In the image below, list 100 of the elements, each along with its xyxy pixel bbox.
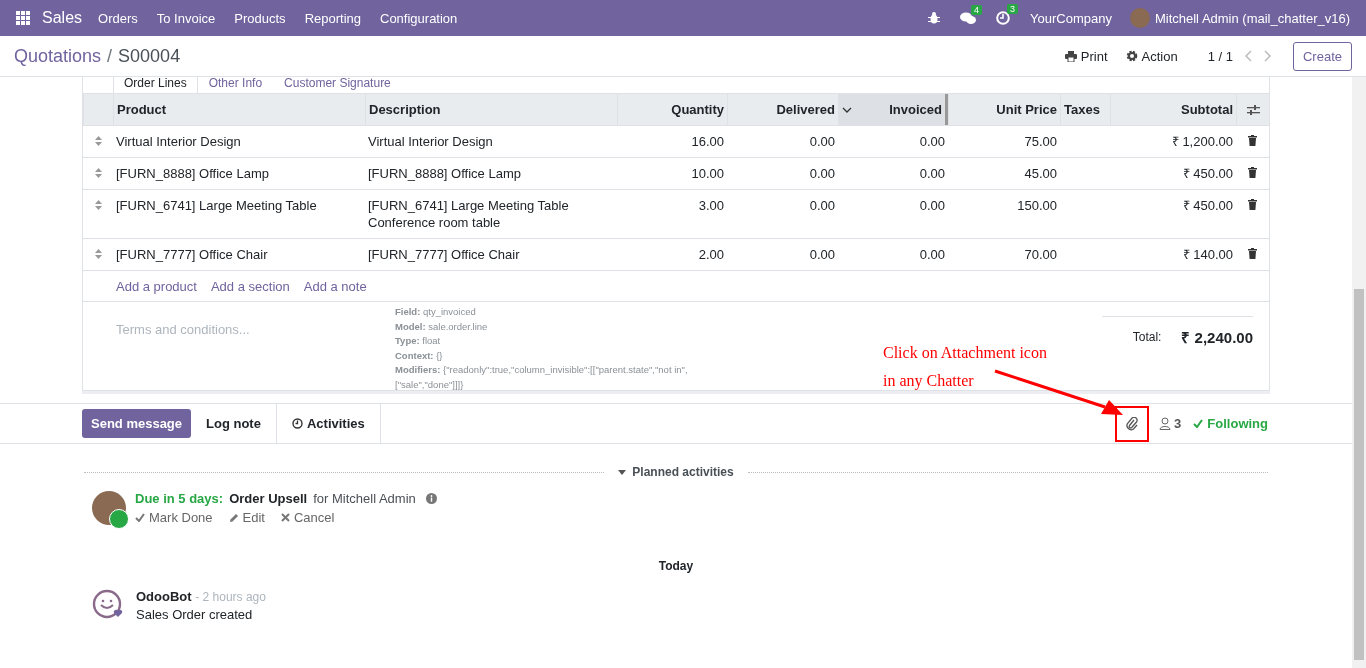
table-cell[interactable]: [FURN_8888] Office Lamp — [116, 166, 269, 181]
table-cell[interactable]: Virtual Interior Design — [368, 133, 493, 150]
breadcrumb-separator: / — [107, 45, 113, 67]
activity-action[interactable]: Edit — [228, 510, 265, 525]
message-body: Sales Order created — [136, 607, 254, 622]
table-cell[interactable]: [FURN_8888] Office Lamp — [368, 165, 521, 182]
activity-count-badge: 3 — [1007, 4, 1019, 14]
table-cell[interactable]: [FURN_6741] Large Meeting Table Conference room table — [368, 197, 569, 231]
add-line-link[interactable]: Add a product — [116, 278, 197, 294]
table-cell[interactable]: [FURN_6741] Large Meeting Table — [116, 198, 317, 213]
menu-item[interactable]: Products — [234, 10, 286, 26]
column-header[interactable]: Product — [113, 94, 365, 125]
follower-count[interactable]: 3 — [1174, 416, 1182, 431]
table-cell[interactable]: 16.00 — [691, 134, 724, 149]
trash-icon[interactable] — [1248, 248, 1257, 259]
table-cell[interactable]: [FURN_7777] Office Chair — [116, 247, 268, 262]
check-icon — [135, 513, 145, 522]
activity-action[interactable]: Mark Done — [135, 510, 213, 525]
add-line-link[interactable]: Add a note — [303, 278, 367, 294]
table-cell[interactable]: 10.00 — [691, 166, 724, 181]
clock-icon — [291, 418, 303, 429]
column-header[interactable]: Invoiced — [838, 94, 948, 125]
tooltip-line: Type: float — [395, 334, 441, 348]
table-cell: 0.00 — [919, 198, 945, 213]
column-settings-icon[interactable] — [1246, 103, 1260, 116]
breadcrumb-link[interactable]: Quotations — [14, 45, 102, 67]
table-cell[interactable]: 75.00 — [1024, 134, 1057, 149]
column-header[interactable]: Taxes — [1060, 94, 1110, 125]
scrollbar-thumb[interactable] — [1354, 289, 1364, 660]
table-cell: 0.00 — [809, 247, 835, 262]
print-button[interactable]: Print — [1064, 48, 1108, 64]
person-icon[interactable] — [1159, 417, 1172, 430]
trash-icon[interactable] — [1248, 135, 1257, 146]
action-button[interactable]: Action — [1125, 48, 1178, 64]
add-line-link[interactable]: Add a section — [210, 278, 290, 294]
menu-item[interactable]: To Invoice — [156, 10, 216, 26]
annotation-text: in any Chatter — [883, 371, 975, 392]
tooltip-line: Model: sale.order.line — [395, 319, 488, 334]
table-cell[interactable]: 3.00 — [698, 198, 724, 213]
activity-summary: Order Upsell — [229, 491, 308, 506]
chatter-button[interactable]: Log note — [191, 404, 277, 443]
caret-icon — [618, 469, 627, 475]
bot-avatar-icon — [92, 589, 124, 619]
total-value: ₹ 2,240.00 — [1181, 328, 1253, 347]
total-label: Total: — [1132, 330, 1162, 344]
pager-value: 1 / 1 — [1207, 48, 1233, 64]
bug-icon[interactable] — [928, 12, 940, 24]
table-cell: ₹ 1,200.00 — [1171, 134, 1233, 149]
printer-icon — [1064, 50, 1077, 62]
activity-assignee: for Mitchell Admin — [313, 491, 416, 506]
column-header[interactable]: Quantity — [617, 94, 727, 125]
drag-handle-icon[interactable] — [94, 249, 102, 259]
menu-item[interactable]: Configuration — [380, 10, 458, 26]
table-cell[interactable]: [FURN_7777] Office Chair — [368, 246, 520, 263]
table-cell: 0.00 — [809, 134, 835, 149]
caret-icon[interactable] — [842, 106, 852, 113]
close-icon — [281, 513, 290, 522]
chat-icon[interactable] — [960, 11, 976, 25]
message-author[interactable]: OdooBot — [136, 589, 192, 604]
chatter-button[interactable]: Activities — [276, 404, 381, 443]
column-header[interactable]: Description — [365, 94, 617, 125]
table-cell[interactable]: 150.00 — [1017, 198, 1057, 213]
table-cell: 0.00 — [919, 166, 945, 181]
table-cell[interactable]: 2.00 — [698, 247, 724, 262]
message-count-badge: 4 — [971, 4, 983, 15]
trash-icon[interactable] — [1248, 167, 1257, 178]
chatter-button[interactable]: Send message — [82, 409, 192, 438]
table-cell: ₹ 450.00 — [1182, 166, 1233, 181]
activity-action[interactable]: Cancel — [281, 510, 335, 525]
table-cell[interactable]: Virtual Interior Design — [116, 134, 241, 149]
company-name[interactable]: YourCompany — [1030, 10, 1112, 26]
message-time: - 2 hours ago — [195, 590, 266, 604]
check-icon — [1193, 419, 1204, 428]
column-header[interactable]: Unit Price — [948, 94, 1060, 125]
tab[interactable]: Order Lines — [113, 77, 198, 93]
drag-handle-icon[interactable] — [94, 168, 102, 178]
menu-item[interactable]: Orders — [98, 10, 138, 26]
apps-menu-icon[interactable] — [16, 11, 30, 25]
table-cell: ₹ 450.00 — [1182, 198, 1233, 213]
drag-handle-icon[interactable] — [94, 200, 102, 210]
annotation-text: Click on Attachment icon — [883, 343, 1047, 363]
date-separator: Today — [657, 559, 695, 573]
paperclip-icon[interactable] — [1126, 416, 1139, 431]
table-cell[interactable]: 45.00 — [1024, 166, 1057, 181]
user-name[interactable]: Mitchell Admin (mail_chatter_v16) — [1154, 10, 1350, 26]
table-cell: 0.00 — [809, 198, 835, 213]
table-cell[interactable]: 70.00 — [1024, 247, 1057, 262]
create-button[interactable]: Create — [1292, 41, 1352, 71]
tab[interactable]: Other Info — [197, 77, 274, 93]
trash-icon[interactable] — [1248, 199, 1257, 210]
info-icon[interactable] — [425, 493, 437, 504]
app-name[interactable]: Sales — [42, 9, 83, 27]
planned-activities-toggle[interactable]: Planned activities — [612, 464, 740, 480]
column-header[interactable]: Subtotal — [1110, 94, 1236, 125]
menu-item[interactable]: Reporting — [304, 10, 361, 26]
tab[interactable]: Customer Signature — [273, 77, 402, 93]
table-cell: 0.00 — [919, 134, 945, 149]
gear-icon — [1125, 50, 1138, 62]
drag-handle-icon[interactable] — [94, 136, 102, 146]
clock-icon[interactable] — [996, 11, 1010, 25]
